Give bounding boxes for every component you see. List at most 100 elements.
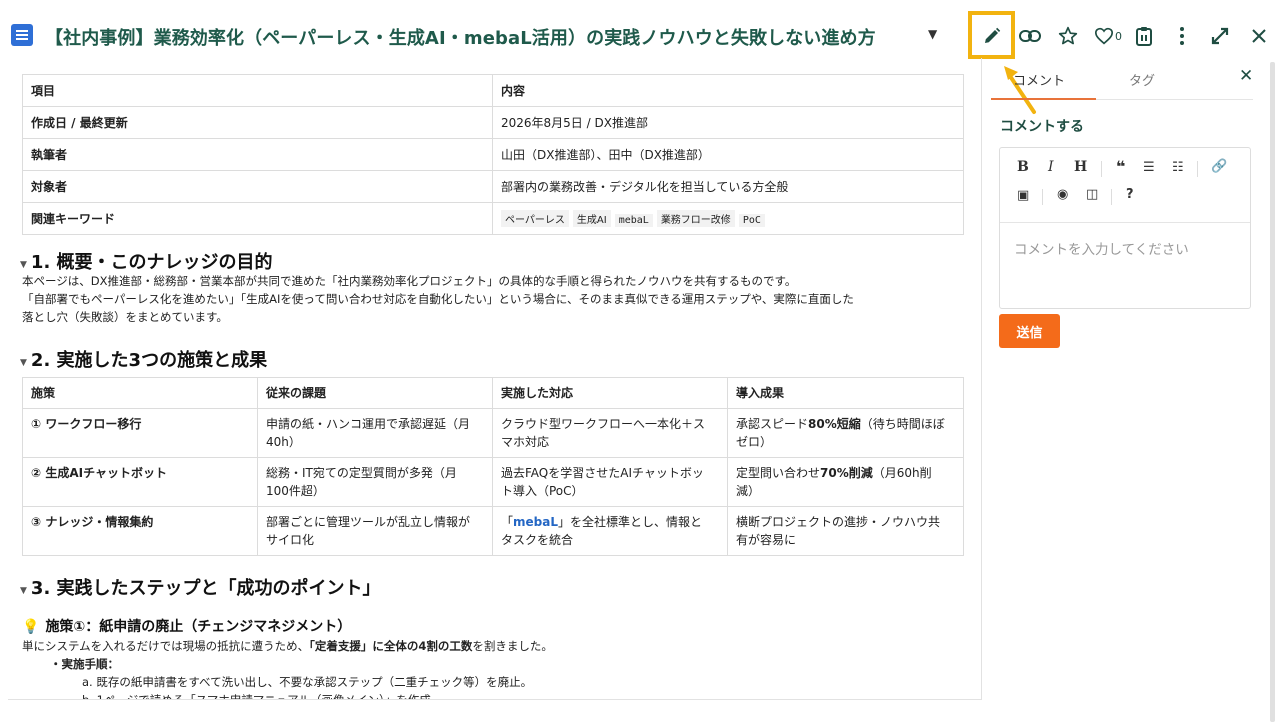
expand-button[interactable] bbox=[1206, 22, 1234, 50]
table-row: ③ ナレッジ・情報集約 部署ごとに管理ツールが乱立し情報が サイロ化 「mebaL… bbox=[22, 506, 964, 556]
tab-comment[interactable]: コメント bbox=[1013, 70, 1065, 89]
section-heading[interactable]: ▼ 3. 実践したステップと「成功のポイント」 bbox=[20, 574, 381, 600]
table-cell-key: 関連キーワード bbox=[22, 202, 493, 235]
action-cell: 「mebaL」を全社標準とし、情報と タスクを統合 bbox=[492, 506, 728, 556]
bullet-list-icon[interactable]: ☰ bbox=[1143, 160, 1155, 175]
more-menu-button[interactable] bbox=[1168, 22, 1196, 50]
comment-heading: コメントする bbox=[1000, 119, 1084, 135]
table-header-cell: 項目 bbox=[22, 74, 493, 107]
table-header-row: 項目 内容 bbox=[22, 74, 964, 107]
section-heading-text: 1. 概要・このナレッジの目的 bbox=[30, 252, 273, 273]
keyword-tag[interactable]: mebaL bbox=[614, 214, 653, 227]
quote-icon[interactable]: ❝ bbox=[1116, 157, 1125, 176]
paragraph-line: 「自部署でもペーパーレス化を進めたい」「生成AIを使って問い合わせ対応を自動化し… bbox=[22, 292, 854, 306]
bold-icon[interactable]: B bbox=[1017, 159, 1029, 175]
mebal-link[interactable]: mebaL bbox=[513, 515, 558, 529]
page-title: 【社内事例】業務効率化（ペーパーレス・生成AI・mebaL活用）の実践ノウハウと… bbox=[45, 28, 876, 49]
comment-panel: コメント タグ ✕ コメントする B I H ❝ ☰ ☷ 🔗 ▣ ◉ ◫ ? コ… bbox=[983, 58, 1280, 722]
table-row: 執筆者 山田（DX推進部）、田中（DX推進部） bbox=[22, 138, 964, 171]
table-row: 作成日 / 最終更新 2026年8月5日 / DX推進部 bbox=[22, 106, 964, 139]
comment-input[interactable]: コメントを入力してください bbox=[1014, 238, 1189, 258]
collapse-triangle-icon[interactable]: ▼ bbox=[20, 586, 27, 596]
star-button[interactable] bbox=[1054, 22, 1082, 50]
preview-eye-icon[interactable]: ◉ bbox=[1057, 187, 1068, 202]
table-row: ① ワークフロー移行 申請の紙・ハンコ運用で承認遅延（月 40h） クラウド型ワー… bbox=[22, 408, 964, 458]
table-header-row: 施策 従来の課題 実施した対応 導入成果 bbox=[22, 377, 964, 409]
keyword-tag[interactable]: 業務フロー改修 bbox=[656, 210, 735, 227]
sub-heading: 💡 施策①：紙申請の廃止（チェンジマネジメント） bbox=[22, 619, 352, 635]
tab-active-indicator bbox=[991, 98, 1096, 100]
issue-cell: 申請の紙・ハンコ運用で承認遅延（月 40h） bbox=[257, 408, 493, 458]
section-heading[interactable]: ▼ 1. 概要・このナレッジの目的 bbox=[20, 248, 273, 274]
star-icon bbox=[1058, 26, 1078, 45]
paragraph-line: 落とし穴（失敗談）をまとめています。 bbox=[22, 310, 228, 324]
clipboard-icon bbox=[1136, 27, 1152, 46]
paragraph-line: 本ページは、DX推進部・総務部・営業本部が共同で進めた「社内業務効率化プロジェク… bbox=[22, 274, 797, 288]
table-header-cell: 従来の課題 bbox=[257, 377, 493, 409]
table-header-cell: 内容 bbox=[492, 74, 964, 107]
measures-table: 施策 従来の課題 実施した対応 導入成果 ① ワークフロー移行 申請の紙・ハンコ… bbox=[22, 377, 964, 556]
image-icon[interactable]: ▣ bbox=[1017, 188, 1029, 203]
side-by-side-icon[interactable]: ◫ bbox=[1086, 187, 1098, 202]
close-button[interactable] bbox=[1245, 22, 1273, 50]
tab-tag[interactable]: タグ bbox=[1129, 70, 1155, 89]
table-cell-key: 対象者 bbox=[22, 170, 493, 203]
help-icon[interactable]: ? bbox=[1126, 187, 1134, 202]
section-heading-text: 3. 実践したステップと「成功のポイント」 bbox=[30, 578, 381, 599]
table-header-cell: 導入成果 bbox=[727, 377, 964, 409]
heart-icon bbox=[1094, 27, 1114, 45]
table-row: 対象者 部署内の業務改善・デジタル化を担当している方全般 bbox=[22, 170, 964, 203]
expand-icon bbox=[1211, 27, 1229, 45]
action-cell: 過去FAQを学習させたAIチャットボッ ト導入（PoC） bbox=[492, 457, 728, 507]
table-cell-key: 作成日 / 最終更新 bbox=[22, 106, 493, 139]
table-cell-value: 2026年8月5日 / DX推進部 bbox=[492, 106, 964, 139]
send-button[interactable]: 送信 bbox=[999, 314, 1060, 348]
table-row: ② 生成AIチャットボット 総務・IT宛ての定型質問が多発（月 100件超） 過去… bbox=[22, 457, 964, 507]
chevron-down-icon[interactable]: ▼ bbox=[928, 27, 937, 41]
like-button[interactable]: 0 bbox=[1090, 22, 1126, 50]
keyword-tag[interactable]: 生成AI bbox=[572, 210, 611, 227]
issue-cell: 総務・IT宛ての定型質問が多発（月 100件超） bbox=[257, 457, 493, 507]
toolbar-divider bbox=[1042, 189, 1043, 205]
measure-cell: ① ワークフロー移行 bbox=[22, 408, 258, 458]
link-icon bbox=[1019, 30, 1041, 42]
collapse-triangle-icon[interactable]: ▼ bbox=[20, 358, 27, 368]
result-cell: 横断プロジェクトの進捗・ノウハウ共 有が容易に bbox=[727, 506, 964, 556]
collapse-triangle-icon[interactable]: ▼ bbox=[20, 260, 27, 270]
section-heading[interactable]: ▼ 2. 実施した3つの施策と成果 bbox=[20, 346, 267, 372]
more-icon bbox=[1180, 27, 1184, 45]
document-body: 項目 内容 作成日 / 最終更新 2026年8月5日 / DX推進部 執筆者 山… bbox=[8, 58, 982, 700]
issue-cell: 部署ごとに管理ツールが乱立し情報が サイロ化 bbox=[257, 506, 493, 556]
toolbar-divider bbox=[1101, 161, 1102, 177]
copy-link-button[interactable] bbox=[1016, 22, 1044, 50]
keyword-tag[interactable]: PoC bbox=[738, 214, 765, 227]
close-panel-icon[interactable]: ✕ bbox=[1239, 66, 1253, 86]
close-icon bbox=[1252, 29, 1266, 43]
editor-divider bbox=[1000, 222, 1250, 223]
table-cell-value: 部署内の業務改善・デジタル化を担当している方全般 bbox=[492, 170, 964, 203]
step-item: a. 既存の紙申請書をすべて洗い出し、不要な承認ステップ（二重チェック等）を廃止… bbox=[82, 675, 533, 689]
section-heading-text: 2. 実施した3つの施策と成果 bbox=[30, 350, 268, 371]
toolbar-divider bbox=[1111, 189, 1112, 205]
comment-editor: B I H ❝ ☰ ☷ 🔗 ▣ ◉ ◫ ? コメントを入力してください bbox=[999, 147, 1251, 309]
step-item: b. 1ページで読める「スマホ申請マニュアル（画像メイン）」を作成。 bbox=[82, 693, 443, 700]
panel-scrollbar[interactable] bbox=[1270, 62, 1275, 722]
measure-cell: ② 生成AIチャットボット bbox=[22, 457, 258, 507]
table-cell-key: 執筆者 bbox=[22, 138, 493, 171]
measure-cell: ③ ナレッジ・情報集約 bbox=[22, 506, 258, 556]
heading-icon[interactable]: H bbox=[1074, 159, 1087, 175]
italic-icon[interactable]: I bbox=[1048, 159, 1054, 175]
paragraph-line: 単にシステムを入れるだけでは現場の抵抗に遭うため、「定着支援」に全体の4割の工数… bbox=[22, 639, 553, 653]
numbered-list-icon[interactable]: ☷ bbox=[1172, 160, 1184, 175]
link-icon[interactable]: 🔗 bbox=[1211, 159, 1227, 174]
table-row: 関連キーワード ペーパーレス 生成AI mebaL 業務フロー改修 PoC bbox=[22, 202, 964, 235]
lightbulb-icon: 💡 bbox=[22, 619, 40, 635]
keyword-tag[interactable]: ペーパーレス bbox=[501, 210, 569, 227]
result-cell: 定型問い合わせ70%削減（月60h削 減） bbox=[727, 457, 964, 507]
table-cell-value: 山田（DX推進部）、田中（DX推進部） bbox=[492, 138, 964, 171]
table-header-cell: 実施した対応 bbox=[492, 377, 728, 409]
clipboard-button[interactable] bbox=[1130, 22, 1158, 50]
like-count: 0 bbox=[1115, 29, 1122, 43]
edit-highlight-box bbox=[968, 11, 1015, 59]
action-cell: クラウド型ワークフローへ一本化＋ス マホ対応 bbox=[492, 408, 728, 458]
